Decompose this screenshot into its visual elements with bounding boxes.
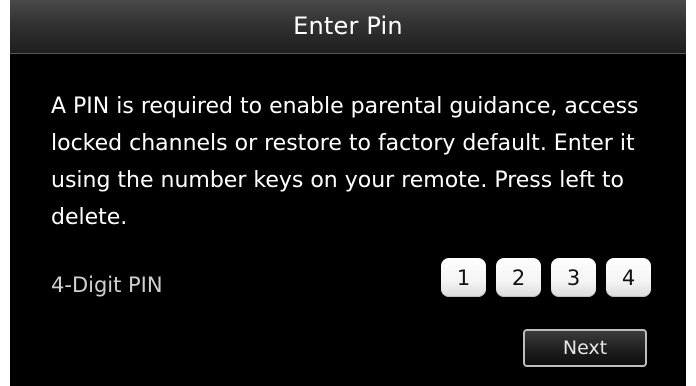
pin-digit-3[interactable]: 3	[551, 258, 596, 297]
pin-digit-1[interactable]: 1	[441, 258, 486, 297]
enter-pin-dialog: Enter Pin A PIN is required to enable pa…	[10, 0, 686, 386]
dialog-header: Enter Pin	[10, 0, 686, 54]
dialog-message: A PIN is required to enable parental gui…	[51, 94, 639, 230]
pin-label: 4-Digit PIN	[51, 273, 163, 297]
pin-entry[interactable]: 1 2 3 4	[441, 258, 651, 297]
dialog-title: Enter Pin	[293, 11, 403, 40]
pin-digit-2[interactable]: 2	[496, 258, 541, 297]
next-button[interactable]: Next	[523, 329, 647, 367]
pin-digit-4[interactable]: 4	[606, 258, 651, 297]
